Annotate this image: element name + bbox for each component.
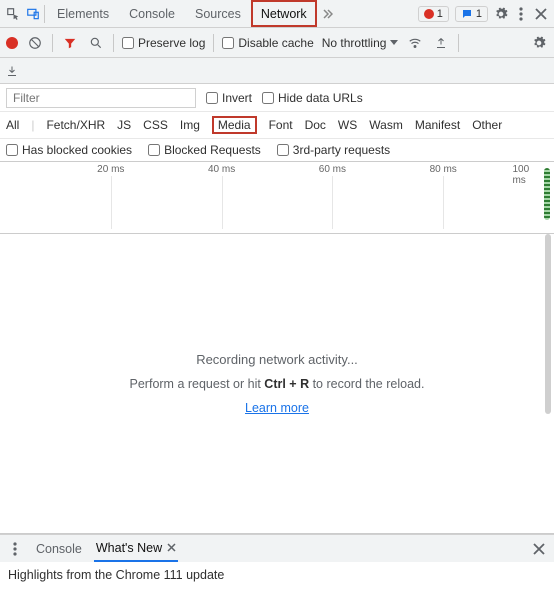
throttling-select[interactable]: No throttling (322, 36, 399, 50)
error-count-chip[interactable]: 1 (418, 6, 449, 22)
separator (458, 34, 459, 52)
extra-filter-row: Has blocked cookies Blocked Requests 3rd… (0, 139, 554, 162)
timeline-scrollbar[interactable] (544, 168, 550, 220)
network-toolbar: Preserve log Disable cache No throttling (0, 28, 554, 58)
caret-down-icon (390, 40, 398, 45)
error-count: 1 (437, 8, 443, 20)
invert-checkbox[interactable]: Invert (206, 91, 252, 105)
close-drawer-icon[interactable] (530, 536, 548, 562)
filter-input[interactable] (6, 88, 196, 108)
type-all[interactable]: All (6, 118, 19, 132)
export-har-icon[interactable] (6, 64, 18, 78)
network-settings-icon[interactable] (530, 30, 548, 56)
filter-icon[interactable] (61, 30, 79, 56)
type-css[interactable]: CSS (143, 118, 168, 132)
timeline-tick: 40 ms (208, 164, 235, 175)
network-conditions-icon[interactable] (406, 30, 424, 56)
panel-scrollbar[interactable] (545, 234, 551, 414)
panel-tabs: Elements Console Sources Network (47, 0, 317, 27)
drawer-tab-bar: Console What's New (0, 534, 554, 562)
search-icon[interactable] (87, 30, 105, 56)
third-party-checkbox[interactable]: 3rd-party requests (277, 143, 390, 157)
type-js[interactable]: JS (117, 118, 131, 132)
timeline-tick: 100 ms (512, 164, 540, 186)
type-img[interactable]: Img (180, 118, 200, 132)
type-media[interactable]: Media (212, 116, 257, 134)
blocked-cookies-checkbox[interactable]: Has blocked cookies (6, 143, 132, 157)
drawer-tab-console[interactable]: Console (34, 542, 84, 556)
filter-bar: Invert Hide data URLs (0, 84, 554, 112)
drawer-tab-whats-new[interactable]: What's New (94, 535, 178, 562)
tab-network[interactable]: Network (251, 0, 317, 27)
blocked-requests-checkbox[interactable]: Blocked Requests (148, 143, 261, 157)
tab-elements[interactable]: Elements (47, 0, 119, 27)
settings-icon[interactable] (492, 1, 510, 27)
close-tab-icon[interactable] (167, 543, 176, 552)
timeline-tick: 20 ms (97, 164, 124, 175)
drawer-kebab-icon[interactable] (6, 536, 24, 562)
timeline-tick: 80 ms (430, 164, 457, 175)
timeline-tick: 60 ms (319, 164, 346, 175)
devtools-top-bar: Elements Console Sources Network 1 1 (0, 0, 554, 28)
resource-type-filter: All | Fetch/XHR JS CSS Img Media Font Do… (0, 112, 554, 139)
disable-cache-label: Disable cache (238, 36, 313, 50)
tab-sources[interactable]: Sources (185, 0, 251, 27)
clear-icon[interactable] (26, 30, 44, 56)
separator (52, 34, 53, 52)
kebab-menu-icon[interactable] (512, 1, 530, 27)
separator (213, 34, 214, 52)
disable-cache-checkbox[interactable]: Disable cache (222, 36, 313, 50)
preserve-log-checkbox[interactable]: Preserve log (122, 36, 205, 50)
drawer-content: Highlights from the Chrome 111 update (0, 562, 554, 588)
preserve-log-label: Preserve log (138, 36, 205, 50)
network-empty-state: Recording network activity... Perform a … (0, 234, 554, 534)
import-har-icon[interactable] (432, 30, 450, 56)
hide-data-urls-label: Hide data URLs (278, 91, 363, 105)
throttling-value: No throttling (322, 36, 387, 50)
timeline-overview[interactable]: 20 ms 40 ms 60 ms 80 ms 100 ms (0, 162, 554, 234)
record-button[interactable] (6, 37, 18, 49)
type-fetch-xhr[interactable]: Fetch/XHR (46, 118, 105, 132)
separator (113, 34, 114, 52)
learn-more-link[interactable]: Learn more (245, 401, 309, 415)
type-font[interactable]: Font (269, 118, 293, 132)
type-wasm[interactable]: Wasm (369, 118, 403, 132)
message-count: 1 (476, 8, 482, 20)
hide-data-urls-checkbox[interactable]: Hide data URLs (262, 91, 363, 105)
tab-console[interactable]: Console (119, 0, 185, 27)
more-tabs-icon[interactable] (319, 1, 337, 27)
device-toolbar-icon[interactable] (24, 1, 42, 27)
type-manifest[interactable]: Manifest (415, 118, 460, 132)
inspect-icon[interactable] (4, 1, 22, 27)
close-devtools-icon[interactable] (532, 1, 550, 27)
type-other[interactable]: Other (472, 118, 502, 132)
invert-label: Invert (222, 91, 252, 105)
network-toolbar-row2 (0, 58, 554, 84)
recording-text: Recording network activity... (196, 352, 358, 367)
whats-new-headline: Highlights from the Chrome 111 update (8, 568, 224, 582)
type-ws[interactable]: WS (338, 118, 357, 132)
separator (44, 5, 45, 23)
hint-text: Perform a request or hit Ctrl + R to rec… (130, 377, 425, 391)
message-count-chip[interactable]: 1 (455, 6, 488, 22)
type-doc[interactable]: Doc (305, 118, 326, 132)
